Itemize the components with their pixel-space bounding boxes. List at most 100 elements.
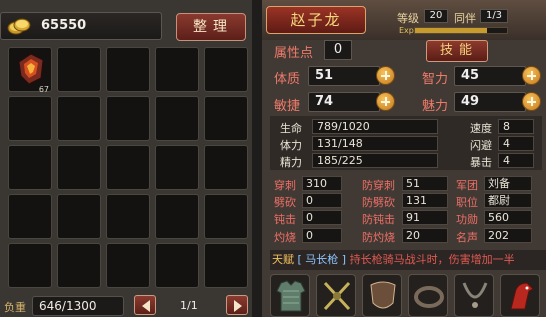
- add-constitution-button[interactable]: [376, 66, 395, 85]
- sort-button[interactable]: 整理: [176, 13, 246, 41]
- fire-armor-icon: [18, 53, 44, 85]
- inventory-slot[interactable]: [8, 194, 52, 239]
- inventory-slot[interactable]: [8, 145, 52, 190]
- vitals-box: 生命 789/1020 体力 131/148 精力 185/225 速度 8 闪…: [270, 116, 542, 170]
- combat-stat-label: 防钝击: [362, 213, 395, 226]
- combat-stat-value: 0: [302, 228, 342, 243]
- combat-stat-label: 钝击: [274, 213, 296, 226]
- inventory-slot[interactable]: [106, 194, 150, 239]
- inventory-slot[interactable]: [57, 194, 101, 239]
- round-shield-icon: [370, 281, 396, 309]
- combat-stat-label: 劈砍: [274, 196, 296, 209]
- equip-slot-armor[interactable]: [270, 274, 310, 317]
- inventory-slot[interactable]: [155, 243, 199, 288]
- inventory-slot[interactable]: [204, 96, 248, 141]
- stat-label-agility: 敏捷: [274, 99, 301, 114]
- exp-label: Exp: [399, 26, 414, 35]
- inventory-slot[interactable]: [204, 243, 248, 288]
- inventory-slot[interactable]: [106, 145, 150, 190]
- combat-stat-value: 0: [302, 193, 342, 208]
- stat-label-intelligence: 智力: [422, 72, 449, 87]
- inventory-slot[interactable]: [204, 47, 248, 92]
- combat-stat-value: 202: [484, 228, 532, 243]
- inventory-slot[interactable]: [106, 47, 150, 92]
- load-label: 负重: [4, 301, 26, 314]
- combat-stat-label: 功勋: [456, 213, 478, 226]
- exp-fill: [415, 28, 487, 33]
- stamina-label: 体力: [280, 139, 302, 152]
- add-intelligence-button[interactable]: [522, 66, 541, 85]
- character-name: 赵子龙: [266, 6, 366, 34]
- combat-stat-label: 军团: [456, 179, 478, 192]
- combat-stat-label: 防穿刺: [362, 179, 395, 192]
- combat-stat-value: 都尉: [484, 193, 532, 208]
- item-count: 67: [38, 85, 49, 94]
- talent-name: [ 马长枪 ]: [297, 253, 347, 266]
- inventory-panel: 65550 整理 67 负重 646/1300 1/1: [0, 0, 252, 317]
- energy-label: 精力: [280, 156, 302, 169]
- equip-slot-belt[interactable]: [408, 274, 448, 317]
- combat-stat-value: 20: [402, 228, 448, 243]
- red-horse-icon: [510, 282, 534, 310]
- gold-amount: 65550: [41, 18, 87, 33]
- talent-description: 持长枪骑马战斗时，伤害增加一半: [349, 253, 515, 266]
- inventory-slot[interactable]: [155, 145, 199, 190]
- inventory-slot[interactable]: [57, 243, 101, 288]
- equip-slot-necklace[interactable]: [454, 274, 494, 317]
- stat-value-constitution: 51: [308, 66, 380, 86]
- equip-slot-shield[interactable]: [362, 274, 402, 317]
- speed-label: 速度: [470, 122, 492, 135]
- gold-display: 65550: [0, 12, 162, 40]
- attribute-points-label: 属性点: [274, 46, 314, 61]
- level-label: 等级: [397, 12, 419, 25]
- speed-value: 8: [498, 119, 534, 134]
- combat-stat-value: 560: [484, 210, 532, 225]
- equipment-row: [270, 272, 546, 317]
- next-page-button[interactable]: [226, 295, 248, 315]
- panel-divider: [252, 0, 262, 317]
- leather-belt-icon: [414, 286, 444, 308]
- inventory-slot[interactable]: 67: [8, 47, 52, 94]
- stat-label-charm: 魅力: [422, 99, 449, 114]
- stamina-value: 131/148: [312, 136, 438, 151]
- inventory-slot[interactable]: [204, 194, 248, 239]
- shuriken-weapon-icon: [323, 281, 351, 311]
- equip-slot-weapon[interactable]: [316, 274, 356, 317]
- arrow-right-icon: [234, 300, 242, 312]
- combat-stat-value: 310: [302, 176, 342, 191]
- crit-label: 暴击: [470, 156, 492, 169]
- inventory-slot[interactable]: [106, 96, 150, 141]
- stat-value-agility: 74: [308, 92, 380, 112]
- crit-value: 4: [498, 153, 534, 168]
- gold-coins-icon: [7, 18, 31, 35]
- inventory-footer: 负重 646/1300 1/1: [0, 293, 252, 317]
- inventory-slot[interactable]: [8, 96, 52, 141]
- inventory-slot[interactable]: [57, 47, 101, 92]
- combat-stat-value: 51: [402, 176, 448, 191]
- prev-page-button[interactable]: [134, 295, 156, 315]
- add-agility-button[interactable]: [376, 92, 395, 111]
- hp-label: 生命: [280, 122, 302, 135]
- equip-slot-mount[interactable]: [500, 274, 540, 317]
- exp-bar: [414, 27, 508, 34]
- inventory-slot[interactable]: [155, 194, 199, 239]
- inventory-slot[interactable]: [155, 47, 199, 92]
- inventory-grid: 67: [8, 47, 248, 288]
- combat-stat-label: 职位: [456, 196, 478, 209]
- talent-bar: 天赋 [ 马长枪 ] 持长枪骑马战斗时，伤害增加一半: [270, 250, 546, 270]
- page-indicator: 1/1: [180, 299, 198, 312]
- inventory-slot[interactable]: [8, 243, 52, 288]
- inventory-slot[interactable]: [155, 96, 199, 141]
- add-charm-button[interactable]: [522, 92, 541, 111]
- inventory-slot[interactable]: [106, 243, 150, 288]
- inventory-slot[interactable]: [57, 96, 101, 141]
- inventory-slot[interactable]: [204, 145, 248, 190]
- combat-stat-value: 91: [402, 210, 448, 225]
- combat-stat-label: 穿刺: [274, 179, 296, 192]
- skills-button[interactable]: 技能: [426, 40, 488, 62]
- combat-stat-value: 131: [402, 193, 448, 208]
- energy-value: 185/225: [312, 153, 438, 168]
- combat-stat-value: 刘备: [484, 176, 532, 191]
- combat-stat-label: 防劈砍: [362, 196, 395, 209]
- inventory-slot[interactable]: [57, 145, 101, 190]
